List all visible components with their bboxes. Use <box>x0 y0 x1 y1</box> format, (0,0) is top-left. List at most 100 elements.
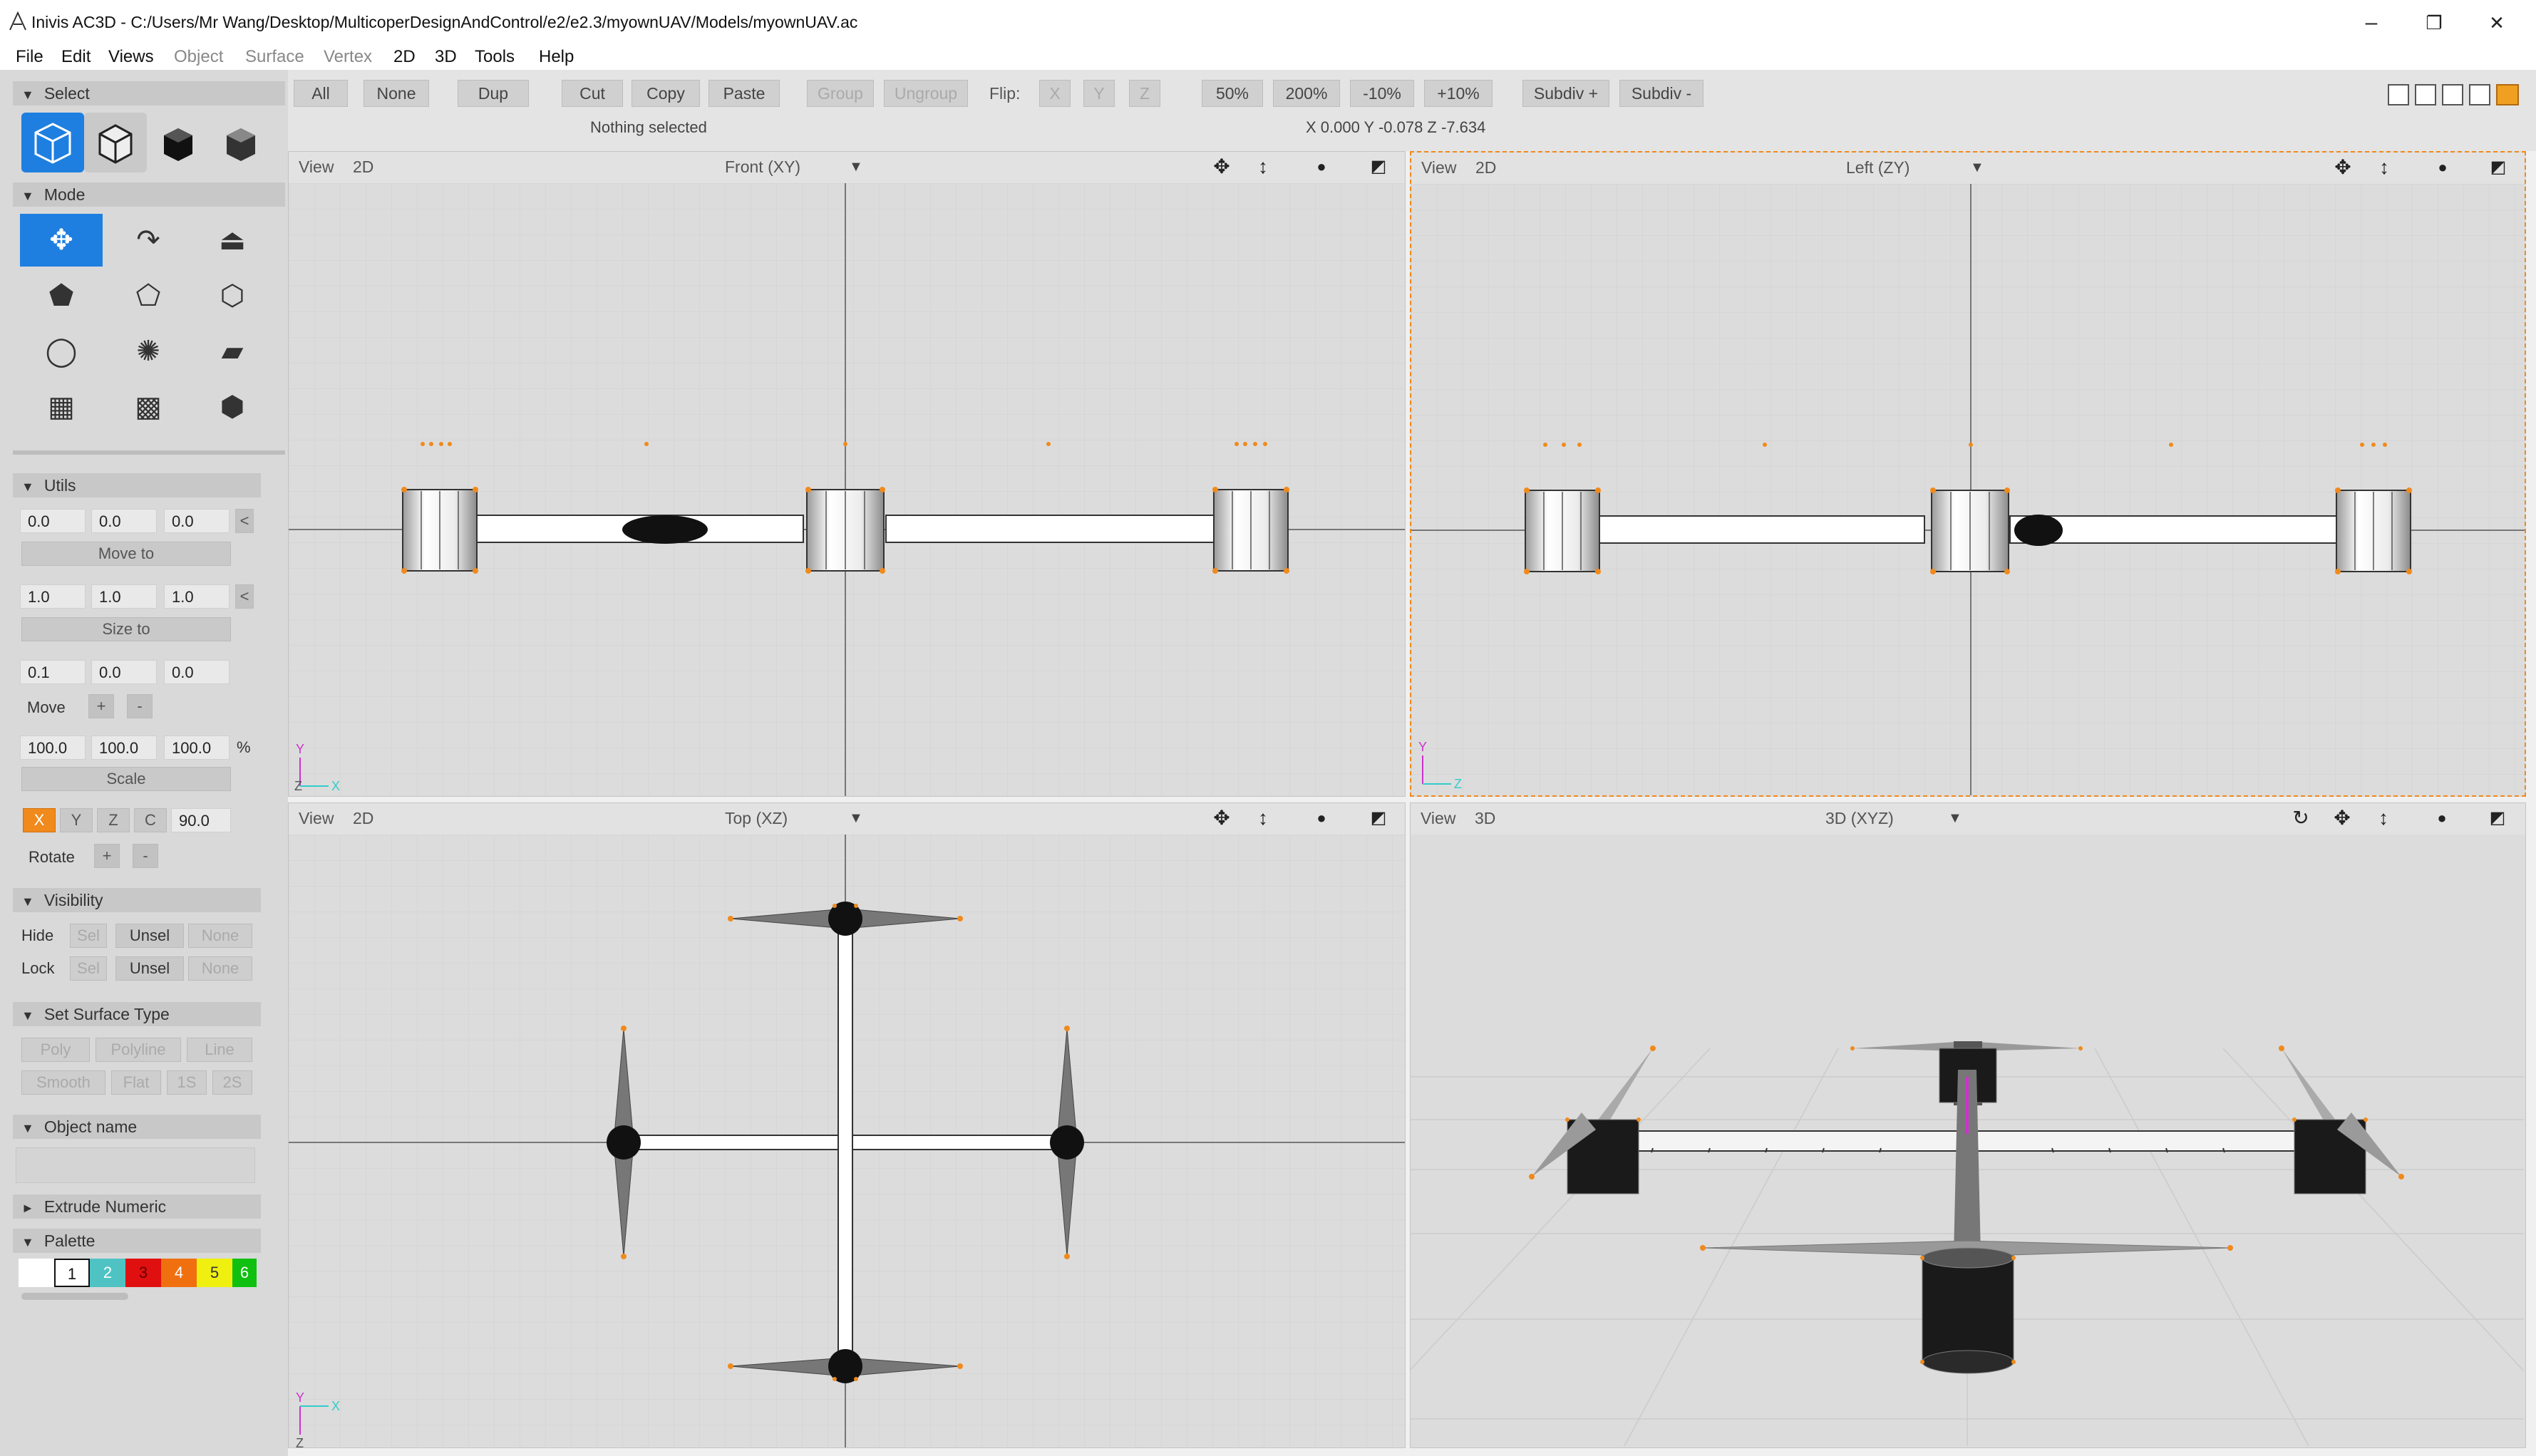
palette-swatch-2[interactable]: 2 <box>90 1259 125 1287</box>
palette-swatch-4[interactable]: 4 <box>161 1259 197 1287</box>
hide-sel-button[interactable]: Sel <box>70 924 107 948</box>
palette-swatch-5[interactable]: 5 <box>197 1259 232 1287</box>
chevron-down-icon[interactable]: ▼ <box>849 810 863 827</box>
ungroup-button[interactable]: Ungroup <box>884 80 968 107</box>
mode-poly-button[interactable]: ⬟ <box>20 269 103 322</box>
viewport-left-view-menu[interactable]: View <box>1421 158 1456 177</box>
viewport-3d-view-menu[interactable]: View <box>1421 809 1455 828</box>
mode-move-button[interactable]: ✥ <box>20 214 103 267</box>
group-button[interactable]: Group <box>807 80 874 107</box>
zoom-vertical-icon[interactable]: ↕ <box>2371 806 2396 830</box>
mode-disk-button[interactable]: ✺ <box>107 325 190 378</box>
scale-button[interactable]: Scale <box>21 767 231 791</box>
chevron-down-icon[interactable]: ▼ <box>1970 160 1984 176</box>
subdiv-minus-button[interactable]: Subdiv - <box>1619 80 1703 107</box>
rotate-axis-x-button[interactable]: X <box>23 808 56 832</box>
palette-swatch-6[interactable]: 6 <box>232 1259 257 1287</box>
palette-swatch-1[interactable]: 1 <box>54 1259 90 1287</box>
size-z-field[interactable]: 1.0 <box>164 584 230 609</box>
hide-none-button[interactable]: None <box>188 924 252 948</box>
viewport-3d[interactable]: View 3D 3D (XYZ) ▼ ↻ ✥ ↕ ● ◩ <box>1410 802 2526 1448</box>
lock-none-button[interactable]: None <box>188 956 252 981</box>
menu-edit[interactable]: Edit <box>61 47 91 67</box>
select-group-button[interactable] <box>21 113 84 172</box>
select-vertex-button[interactable] <box>210 113 272 172</box>
pos-y-field[interactable]: 0.0 <box>91 509 157 533</box>
lock-sel-button[interactable]: Sel <box>70 956 107 981</box>
mode-mesh-button[interactable]: ▦ <box>20 381 103 433</box>
mode-curve-button[interactable]: ⬠ <box>107 269 190 322</box>
surface-smooth-button[interactable]: Smooth <box>21 1070 105 1095</box>
mode-box-grid-button[interactable]: ▩ <box>107 381 190 433</box>
viewport-top-view-menu[interactable]: View <box>299 809 334 828</box>
restore-button[interactable]: ❐ <box>2416 10 2452 36</box>
mode-extrude-button[interactable]: ⏏ <box>191 214 274 267</box>
rotate-axis-z-button[interactable]: Z <box>97 808 130 832</box>
viewport-left-projection[interactable]: Left (ZY) <box>1846 158 1909 177</box>
viewport-3d-projection[interactable]: 3D (XYZ) <box>1825 809 1894 828</box>
pos-pick-button[interactable]: < <box>235 509 254 533</box>
scale-x-field[interactable]: 100.0 <box>20 735 86 760</box>
rotate-axis-y-button[interactable]: Y <box>60 808 93 832</box>
zoom-50-button[interactable]: 50% <box>1202 80 1263 107</box>
move-minus-button[interactable]: - <box>127 694 153 718</box>
surface-1s-button[interactable]: 1S <box>167 1070 207 1095</box>
maximize-view-icon[interactable]: ◩ <box>1366 806 1391 830</box>
chevron-down-icon[interactable]: ▼ <box>1948 810 1962 827</box>
move-plus-button[interactable]: + <box>88 694 114 718</box>
size-y-field[interactable]: 1.0 <box>91 584 157 609</box>
viewport-left-canvas[interactable]: Y Z <box>1411 184 2525 795</box>
viewport-top[interactable]: View 2D Top (XZ) ▼ ✥ ↕ ● ◩ Y X Z <box>288 802 1406 1448</box>
viewport-front-view-menu[interactable]: View <box>299 158 334 177</box>
surface-polyline-button[interactable]: Polyline <box>96 1038 181 1062</box>
chevron-down-icon[interactable]: ▼ <box>849 159 863 175</box>
rotate-angle-field[interactable]: 90.0 <box>171 808 231 832</box>
visibility-section-header[interactable]: ▼ Visibility <box>13 888 261 912</box>
menu-2d[interactable]: 2D <box>393 47 416 67</box>
flip-z-button[interactable]: Z <box>1129 80 1160 107</box>
utils-section-header[interactable]: ▼ Utils <box>13 473 261 497</box>
pan-icon[interactable]: ✥ <box>2330 806 2354 830</box>
menu-help[interactable]: Help <box>539 47 574 67</box>
maximize-view-icon[interactable]: ◩ <box>1366 155 1391 179</box>
maximize-view-icon[interactable]: ◩ <box>2486 155 2510 180</box>
surface-flat-button[interactable]: Flat <box>111 1070 161 1095</box>
size-x-field[interactable]: 1.0 <box>20 584 86 609</box>
flip-x-button[interactable]: X <box>1039 80 1071 107</box>
menu-views[interactable]: Views <box>108 47 154 67</box>
zoom-plus10-button[interactable]: +10% <box>1424 80 1493 107</box>
surface-2s-button[interactable]: 2S <box>212 1070 252 1095</box>
move-z-field[interactable]: 0.0 <box>164 660 230 684</box>
flip-y-button[interactable]: Y <box>1083 80 1115 107</box>
eye-icon[interactable]: ● <box>1309 155 1334 179</box>
viewport-left-mode[interactable]: 2D <box>1475 158 1496 177</box>
paste-button[interactable]: Paste <box>708 80 780 107</box>
palette-section-header[interactable]: ▼ Palette <box>13 1229 261 1253</box>
rotate-minus-button[interactable]: - <box>133 844 158 868</box>
close-button[interactable]: ✕ <box>2479 10 2515 36</box>
layout-two-icon[interactable] <box>2415 84 2436 105</box>
surface-poly-button[interactable]: Poly <box>21 1038 90 1062</box>
select-object-button[interactable] <box>84 113 147 172</box>
size-to-button[interactable]: Size to <box>21 617 231 641</box>
zoom-vertical-icon[interactable]: ↕ <box>1251 806 1275 830</box>
move-y-field[interactable]: 0.0 <box>91 660 157 684</box>
hide-unsel-button[interactable]: Unsel <box>115 924 184 948</box>
layout-three-alt-icon[interactable] <box>2469 84 2490 105</box>
scale-z-field[interactable]: 100.0 <box>164 735 230 760</box>
minimize-button[interactable]: – <box>2354 10 2389 36</box>
viewport-top-projection[interactable]: Top (XZ) <box>725 809 788 828</box>
layout-three-icon[interactable] <box>2442 84 2463 105</box>
menu-file[interactable]: File <box>16 47 43 67</box>
viewport-front[interactable]: View 2D Front (XY) ▼ ✥ ↕ ● ◩ Y X Z <box>288 151 1406 797</box>
rotate-axis-c-button[interactable]: C <box>134 808 167 832</box>
mode-line-button[interactable]: ⬡ <box>191 269 274 322</box>
select-none-button[interactable]: None <box>364 80 429 107</box>
pan-icon[interactable]: ✥ <box>1210 806 1234 830</box>
viewport-top-mode[interactable]: 2D <box>353 809 373 828</box>
select-surface-button[interactable] <box>147 113 210 172</box>
surface-type-section-header[interactable]: ▼ Set Surface Type <box>13 1002 261 1026</box>
menu-object[interactable]: Object <box>174 47 223 67</box>
lock-unsel-button[interactable]: Unsel <box>115 956 184 981</box>
move-to-button[interactable]: Move to <box>21 542 231 566</box>
